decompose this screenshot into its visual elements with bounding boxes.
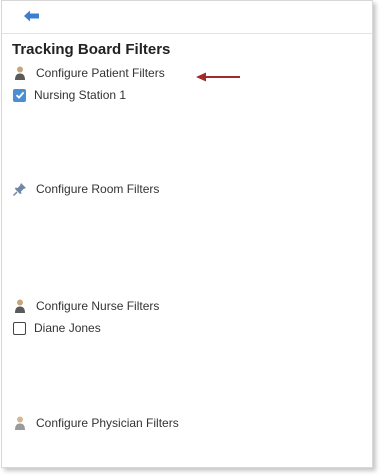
- nursing-station-label: Nursing Station 1: [34, 88, 127, 102]
- checkmark-icon: [15, 91, 24, 99]
- nursing-station-checkbox[interactable]: [13, 88, 26, 102]
- configure-physician-filters-label: Configure Physician Filters: [36, 416, 179, 430]
- configure-patient-filters-link[interactable]: Configure Patient Filters: [12, 64, 165, 82]
- top-toolbar: [2, 1, 372, 34]
- back-arrow-icon[interactable]: [23, 9, 41, 23]
- person-icon: [15, 299, 25, 313]
- filter-nursing-station-1[interactable]: Nursing Station 1: [13, 87, 126, 103]
- person-icon: [15, 416, 25, 430]
- configure-room-filters-link[interactable]: Configure Room Filters: [12, 180, 159, 198]
- configure-room-filters-label: Configure Room Filters: [36, 182, 160, 196]
- annotation-arrow-icon: [196, 72, 240, 82]
- configure-physician-filters-link[interactable]: Configure Physician Filters: [12, 414, 179, 432]
- pushpin-icon: [12, 183, 26, 197]
- configure-nurse-filters-link[interactable]: Configure Nurse Filters: [12, 297, 159, 315]
- configure-nurse-filters-label: Configure Nurse Filters: [36, 299, 160, 313]
- panel-title: Tracking Board Filters: [12, 41, 171, 58]
- diane-jones-label: Diane Jones: [34, 321, 101, 335]
- person-icon: [15, 66, 25, 80]
- filter-diane-jones[interactable]: Diane Jones: [13, 320, 101, 336]
- diane-jones-checkbox[interactable]: [13, 321, 26, 335]
- configure-patient-filters-label: Configure Patient Filters: [36, 66, 165, 80]
- filters-panel: Tracking Board Filters Configure Patient…: [1, 0, 373, 468]
